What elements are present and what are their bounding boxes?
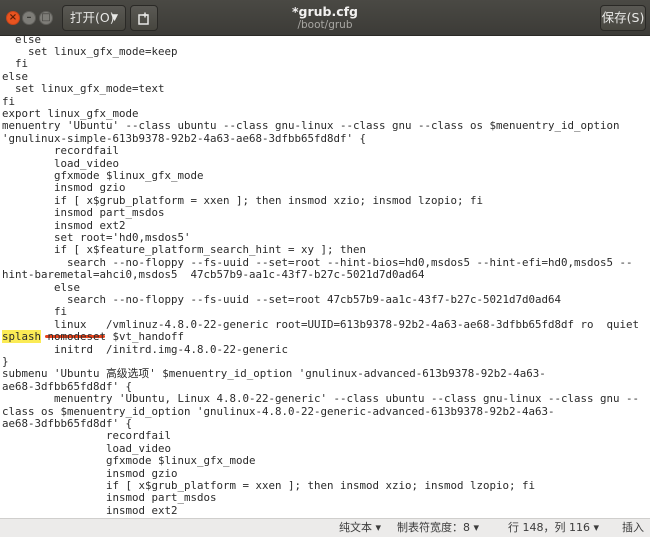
save-button[interactable]: 保存(S) [600, 5, 646, 31]
window-subtitle-path: /boot/grub [297, 19, 353, 31]
highlighted-search-match: splash [2, 330, 42, 344]
tab-width-selector[interactable]: 制表符宽度：8 ▾ [397, 521, 479, 535]
code-line[interactable]: set linux_gfx_mode=text [2, 82, 165, 95]
code-line[interactable]: recordfail [2, 429, 171, 442]
tab-width-label: 制表符宽度：8 [397, 521, 470, 534]
code-line[interactable]: fi [2, 305, 67, 318]
code-line[interactable]: submenu 'Ubuntu 高级选项' $menuentry_id_opti… [2, 367, 546, 380]
text-editor[interactable]: else set linux_gfx_mode=keep fi else set … [0, 36, 650, 518]
code-line[interactable]: fi [2, 57, 28, 70]
window-title: *grub.cfg [291, 4, 359, 19]
code-line[interactable]: menuentry 'Ubuntu, Linux 4.8.0-22-generi… [2, 392, 639, 405]
language-selector[interactable]: 纯文本 ▾ [339, 521, 381, 535]
code-line[interactable]: menuentry 'Ubuntu' --class ubuntu --clas… [2, 119, 620, 132]
code-line[interactable]: insmod ext2 [2, 504, 178, 517]
code-line[interactable]: gfxmode $linux_gfx_mode [2, 454, 256, 467]
code-line-text: nomodeset $vt_handoff [41, 330, 185, 344]
code-line[interactable]: search --no-floppy --fs-uuid --set=root … [2, 293, 561, 306]
code-line[interactable]: if [ x$feature_platform_search_hint = xy… [2, 243, 366, 256]
title-bar: × – □ 打开(O) ▼ *grub.cfg /boot/grub 保存(S) [0, 0, 650, 36]
code-line[interactable]: hint-baremetal=ahci0,msdos5 47cb57b9-aa1… [2, 268, 425, 281]
language-label: 纯文本 [339, 521, 372, 534]
code-line[interactable]: initrd /initrd.img-4.8.0-22-generic [2, 343, 288, 356]
insert-mode-indicator: 插入 [622, 521, 644, 534]
code-line[interactable]: splash nomodeset $vt_handoff [2, 330, 185, 344]
code-line[interactable]: insmod part_msdos [2, 206, 165, 219]
code-line[interactable]: set linux_gfx_mode=keep [2, 45, 178, 58]
cursor-position-label: 行 148，列 116 [508, 521, 590, 534]
code-line[interactable]: recordfail [2, 144, 119, 157]
cursor-position-selector[interactable]: 行 148，列 116 ▾ [508, 521, 599, 535]
status-bar: 纯文本 ▾ 制表符宽度：8 ▾ 行 148，列 116 ▾ 插入 [0, 518, 650, 537]
code-line[interactable]: insmod part_msdos [2, 491, 217, 504]
code-line[interactable]: insmod gzio [2, 181, 126, 194]
